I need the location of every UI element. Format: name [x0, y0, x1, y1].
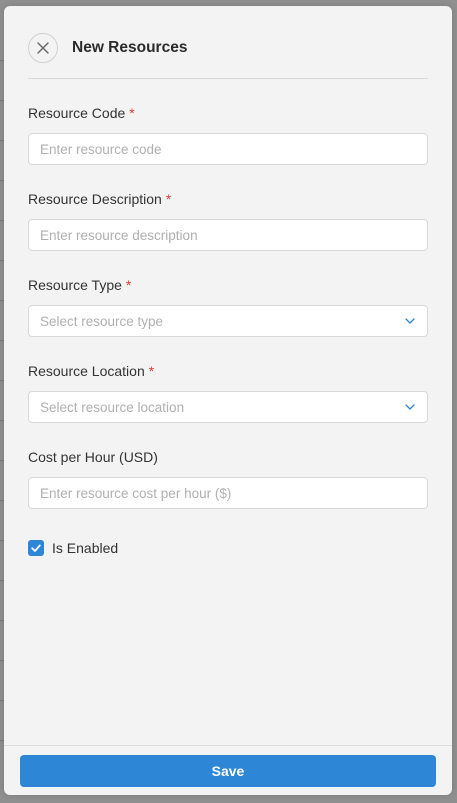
resource-location-placeholder: Select resource location [40, 399, 185, 415]
is-enabled-label: Is Enabled [52, 540, 119, 556]
footer-divider [4, 745, 452, 746]
chevron-down-icon [404, 401, 416, 413]
resource-type-label-text: Resource Type [28, 277, 122, 293]
resource-description-placeholder: Enter resource description [40, 227, 198, 243]
resource-type-select[interactable]: Select resource type [28, 305, 428, 337]
resource-code-label: Resource Code * [28, 105, 135, 121]
required-marker: * [125, 277, 132, 293]
resource-code-placeholder: Enter resource code [40, 141, 162, 157]
chevron-down-icon [404, 315, 416, 327]
cost-per-hour-label-text: Cost per Hour (USD) [28, 449, 158, 465]
required-marker: * [148, 363, 155, 379]
resource-type-label: Resource Type * [28, 277, 131, 293]
close-button[interactable] [28, 33, 58, 63]
resource-description-input[interactable]: Enter resource description [28, 219, 428, 251]
save-button[interactable]: Save [20, 755, 436, 787]
cost-per-hour-input[interactable]: Enter resource cost per hour ($) [28, 477, 428, 509]
resource-type-placeholder: Select resource type [40, 313, 164, 329]
panel-title: New Resources [72, 39, 188, 56]
close-icon [37, 42, 49, 54]
cost-per-hour-label: Cost per Hour (USD) [28, 449, 158, 465]
resource-description-label: Resource Description * [28, 191, 171, 207]
resource-location-select[interactable]: Select resource location [28, 391, 428, 423]
resource-code-input[interactable]: Enter resource code [28, 133, 428, 165]
required-marker: * [165, 191, 172, 207]
cost-per-hour-placeholder: Enter resource cost per hour ($) [40, 485, 232, 501]
resource-code-label-text: Resource Code [28, 105, 126, 121]
new-resource-panel: New Resources Resource Code * Enter resou… [4, 6, 452, 795]
panel-header: New Resources [28, 28, 428, 68]
resource-location-label-text: Resource Location [28, 363, 145, 379]
is-enabled-row: Is Enabled [28, 540, 118, 556]
header-divider [28, 78, 428, 79]
is-enabled-checkbox[interactable] [28, 540, 44, 556]
checkmark-icon [31, 544, 41, 552]
resource-description-label-text: Resource Description [28, 191, 162, 207]
required-marker: * [129, 105, 135, 121]
resource-location-label: Resource Location * [28, 363, 154, 379]
